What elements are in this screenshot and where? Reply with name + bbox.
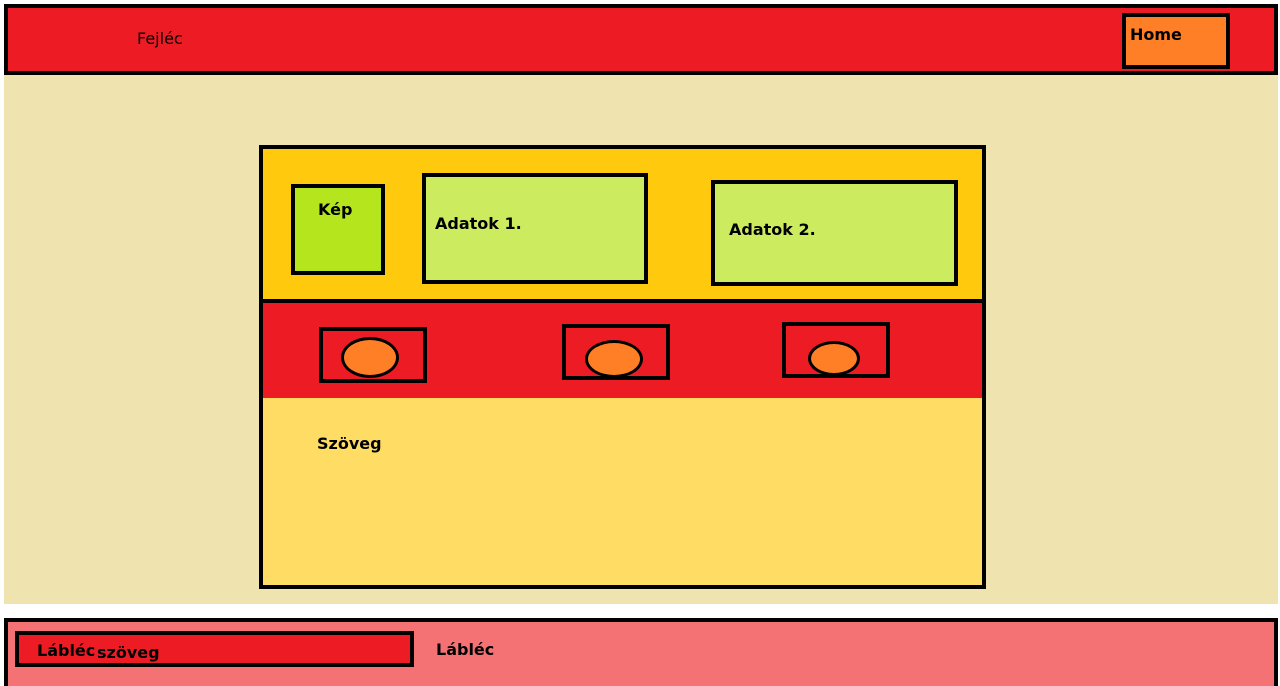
header-bar <box>4 4 1278 75</box>
header-title: Fejléc <box>137 29 183 48</box>
footer-box-label: Lábléc <box>37 641 96 660</box>
home-button-label[interactable]: Home <box>1130 25 1182 44</box>
text-section-label: Szöveg <box>317 434 382 453</box>
image-placeholder <box>291 184 385 275</box>
footer-separator <box>4 604 1278 618</box>
oval-icon <box>341 337 399 378</box>
card-text-section <box>259 398 986 589</box>
data-box-2-label: Adatok 2. <box>729 220 816 239</box>
oval-icon <box>585 340 643 378</box>
image-label: Kép <box>318 200 353 219</box>
footer-box-text: szöveg <box>97 643 160 662</box>
data-box-1-label: Adatok 1. <box>435 214 522 233</box>
oval-icon <box>808 341 860 376</box>
footer-label: Lábléc <box>436 640 495 659</box>
